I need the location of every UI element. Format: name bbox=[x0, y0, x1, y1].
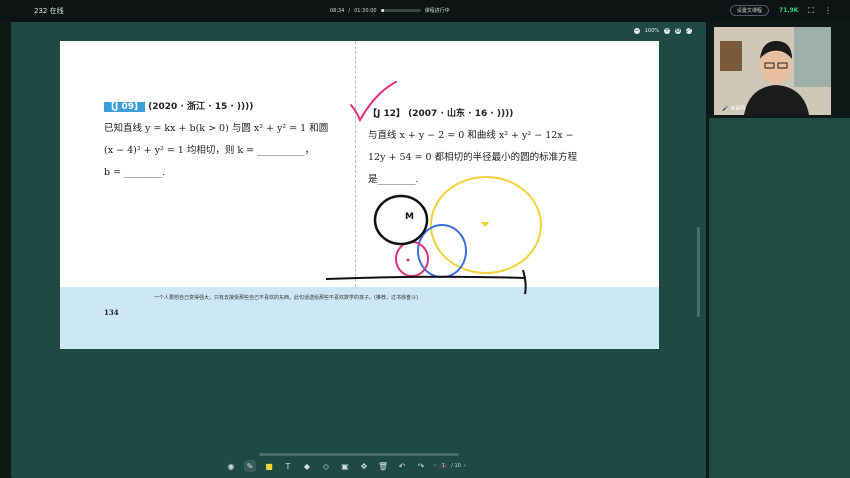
image-icon[interactable]: ▣ bbox=[339, 460, 351, 472]
prev-page-icon[interactable]: ‹ bbox=[434, 463, 436, 469]
network-signal: 71.9K bbox=[778, 7, 799, 14]
drawing-toolbar: ◉ ✎ ■ T ◆ ◇ ▣ ✥ 🗑 ↶ ↷ ‹ 1 / 10 › bbox=[225, 458, 466, 474]
ink-annotations: M bbox=[325, 81, 542, 295]
ink-stroke bbox=[522, 269, 527, 295]
more-icon[interactable]: ⋮ bbox=[824, 6, 832, 15]
mic-icon: 🎤 bbox=[722, 105, 729, 112]
class-status: 课程进行中 bbox=[424, 8, 450, 14]
teacher-video-frame bbox=[714, 27, 831, 115]
time-elapsed: 08:34 bbox=[330, 7, 345, 14]
online-count: 232 在线 bbox=[34, 7, 64, 15]
window-settings-button[interactable]: 设置文课程 bbox=[729, 5, 769, 16]
yellow-center-mark bbox=[480, 221, 490, 227]
undo-icon[interactable]: ↶ bbox=[396, 460, 408, 472]
check-mark bbox=[350, 81, 397, 123]
pen-icon[interactable]: ✎ bbox=[244, 460, 256, 472]
pink-center-dot bbox=[406, 258, 410, 262]
vertical-scrollbar[interactable] bbox=[697, 227, 700, 317]
time-separator: / bbox=[348, 7, 351, 14]
tangent-line bbox=[325, 275, 527, 280]
pink-circle bbox=[395, 241, 429, 277]
page-total: / 10 bbox=[451, 463, 461, 469]
class-timer: 08:34 / 01:30:00 课程进行中 bbox=[330, 7, 450, 15]
horizontal-scrollbar[interactable] bbox=[259, 453, 459, 456]
top-bar: 232 在线 08:34 / 01:30:00 课程进行中 设置文课程 71.9… bbox=[0, 0, 850, 22]
eraser-icon[interactable]: ◆ bbox=[301, 460, 313, 472]
text-icon[interactable]: T bbox=[282, 460, 294, 472]
move-icon[interactable]: ✥ bbox=[358, 460, 370, 472]
class-progress-fill bbox=[380, 9, 385, 12]
right-panel-body bbox=[709, 118, 850, 478]
shape-icon[interactable]: ◇ bbox=[320, 460, 332, 472]
delete-icon[interactable]: 🗑 bbox=[377, 460, 389, 472]
black-circle bbox=[373, 194, 429, 246]
redo-icon[interactable]: ↷ bbox=[415, 460, 427, 472]
time-total: 01:30:00 bbox=[354, 7, 377, 14]
next-page-icon[interactable]: › bbox=[464, 463, 466, 469]
screen-icon[interactable]: ⛶ bbox=[808, 6, 814, 16]
teacher-video: 🎤 宋昊明 bbox=[714, 27, 831, 115]
page-pager: ‹ 1 / 10 › bbox=[434, 463, 466, 469]
page-current-input[interactable]: 1 bbox=[439, 463, 449, 469]
label-m: M bbox=[405, 212, 414, 222]
whiteboard-stage: − 100% + ⚙ ⤢ 【J 09】 (2020 · 浙江 · 15 · ))… bbox=[11, 22, 706, 478]
teacher-name-label: 🎤 宋昊明 bbox=[722, 105, 746, 113]
teacher-name: 宋昊明 bbox=[730, 106, 746, 112]
class-progress-bar bbox=[380, 9, 421, 12]
highlighter-icon[interactable]: ■ bbox=[263, 460, 275, 472]
top-right-controls: 设置文课程 71.9K ⛶ ⋮ bbox=[729, 5, 832, 16]
record-icon[interactable]: ◉ bbox=[225, 460, 237, 472]
right-panel: 🎤 宋昊明 bbox=[709, 22, 850, 478]
